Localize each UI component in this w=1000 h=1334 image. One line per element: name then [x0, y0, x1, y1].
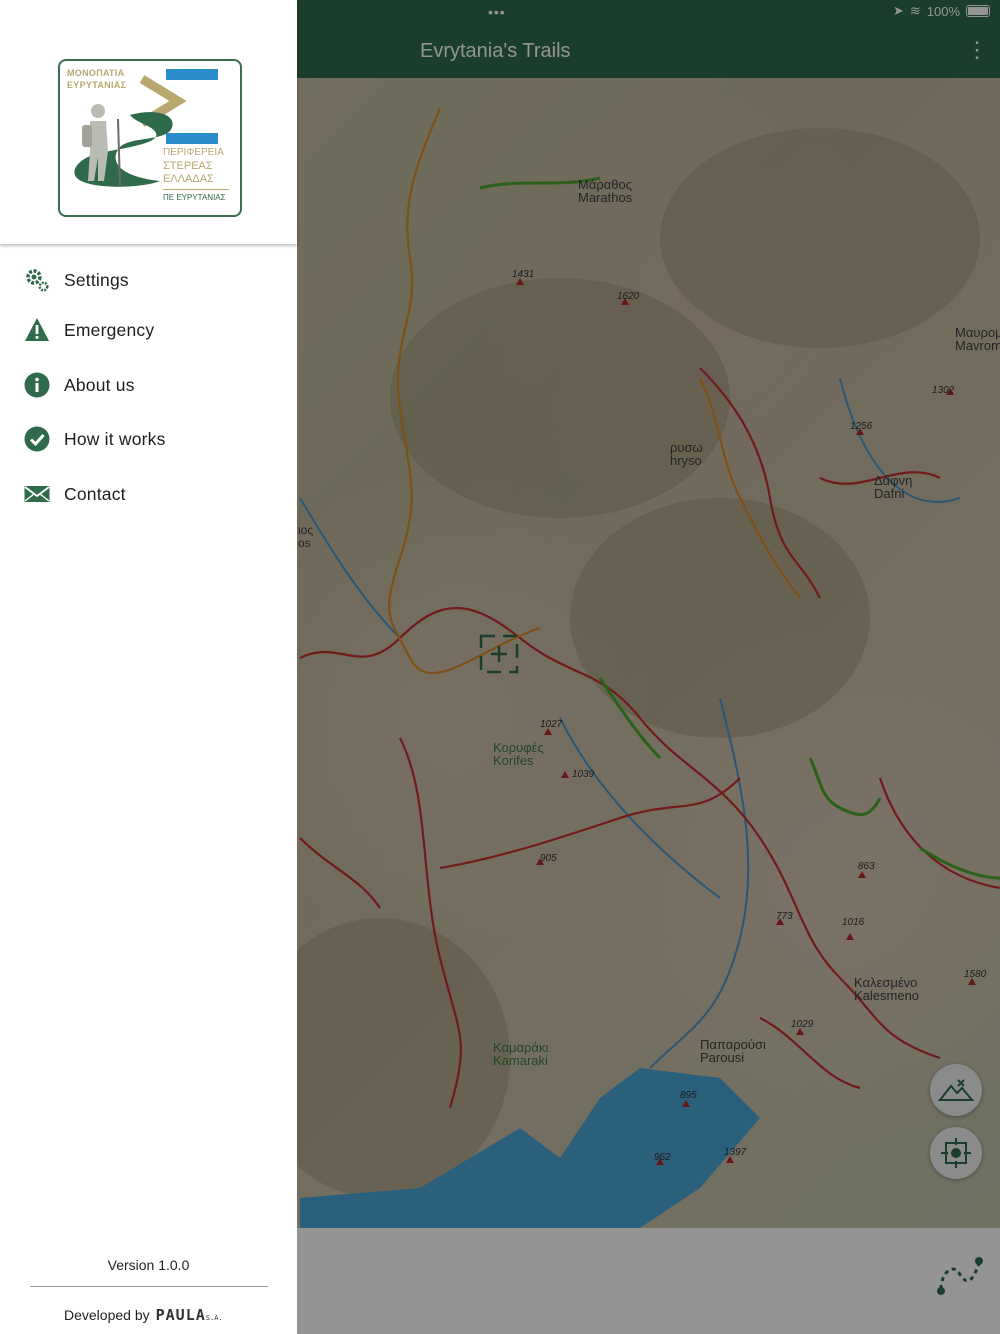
menu-item-emergency[interactable]: Emergency: [0, 307, 297, 353]
logo-region-line3: ΕΛΛΑΔΑΣ: [163, 173, 214, 185]
envelope-icon: [24, 481, 50, 507]
logo-text-line2: ΕΥΡΥΤΑΝΙΑΣ: [67, 80, 127, 90]
menu-label-how-it-works: How it works: [64, 428, 166, 449]
menu-item-about-us[interactable]: About us: [0, 362, 297, 408]
drawer-divider: [30, 1286, 268, 1287]
drawer-header: ΜΟΝΟΠΑΤΙΑ ΕΥΡΥΤΑΝΙΑΣ ΠΕΡΙΦΕΡΕΙΑ ΣΤΕΡΕΑΣ …: [0, 0, 297, 244]
menu-label-settings: Settings: [64, 269, 129, 290]
menu-label-emergency: Emergency: [64, 319, 155, 340]
logo-region-line4: ΠΕ ΕΥΡΥΤΑΝΙΑΣ: [163, 193, 226, 202]
company-suffix: S.A.: [205, 1314, 223, 1322]
logo-rule: [163, 189, 229, 190]
warning-icon: [24, 317, 50, 343]
navigation-drawer: ΜΟΝΟΠΑΤΙΑ ΕΥΡΥΤΑΝΙΑΣ ΠΕΡΙΦΕΡΕΙΑ ΣΤΕΡΕΑΣ …: [0, 0, 297, 1334]
menu-label-about-us: About us: [64, 374, 135, 395]
menu-label-contact: Contact: [64, 483, 126, 504]
logo-text-line1: ΜΟΝΟΠΑΤΙΑ: [67, 68, 125, 78]
info-icon: [24, 372, 50, 398]
menu-item-settings[interactable]: Settings: [0, 257, 297, 303]
menu-item-how-it-works[interactable]: How it works: [0, 416, 297, 462]
logo-region-line2: ΣΤΕΡΕΑΣ: [163, 160, 213, 172]
trails-logo: ΜΟΝΟΠΑΤΙΑ ΕΥΡΥΤΑΝΙΑΣ ΠΕΡΙΦΕΡΕΙΑ ΣΤΕΡΕΑΣ …: [58, 59, 242, 217]
menu-item-contact[interactable]: Contact: [0, 471, 297, 517]
gears-icon: [24, 267, 50, 293]
company-name: PAULA: [155, 1306, 206, 1324]
developer-credit: Developed by PAULAS.A.: [64, 1306, 223, 1324]
developed-by-label: Developed by: [64, 1307, 150, 1323]
check-circle-icon: [24, 426, 50, 452]
logo-region-line1: ΠΕΡΙΦΕΡΕΙΑ: [163, 147, 224, 158]
app-version: Version 1.0.0: [107, 1257, 190, 1273]
company-logo: PAULAS.A.: [156, 1306, 223, 1324]
